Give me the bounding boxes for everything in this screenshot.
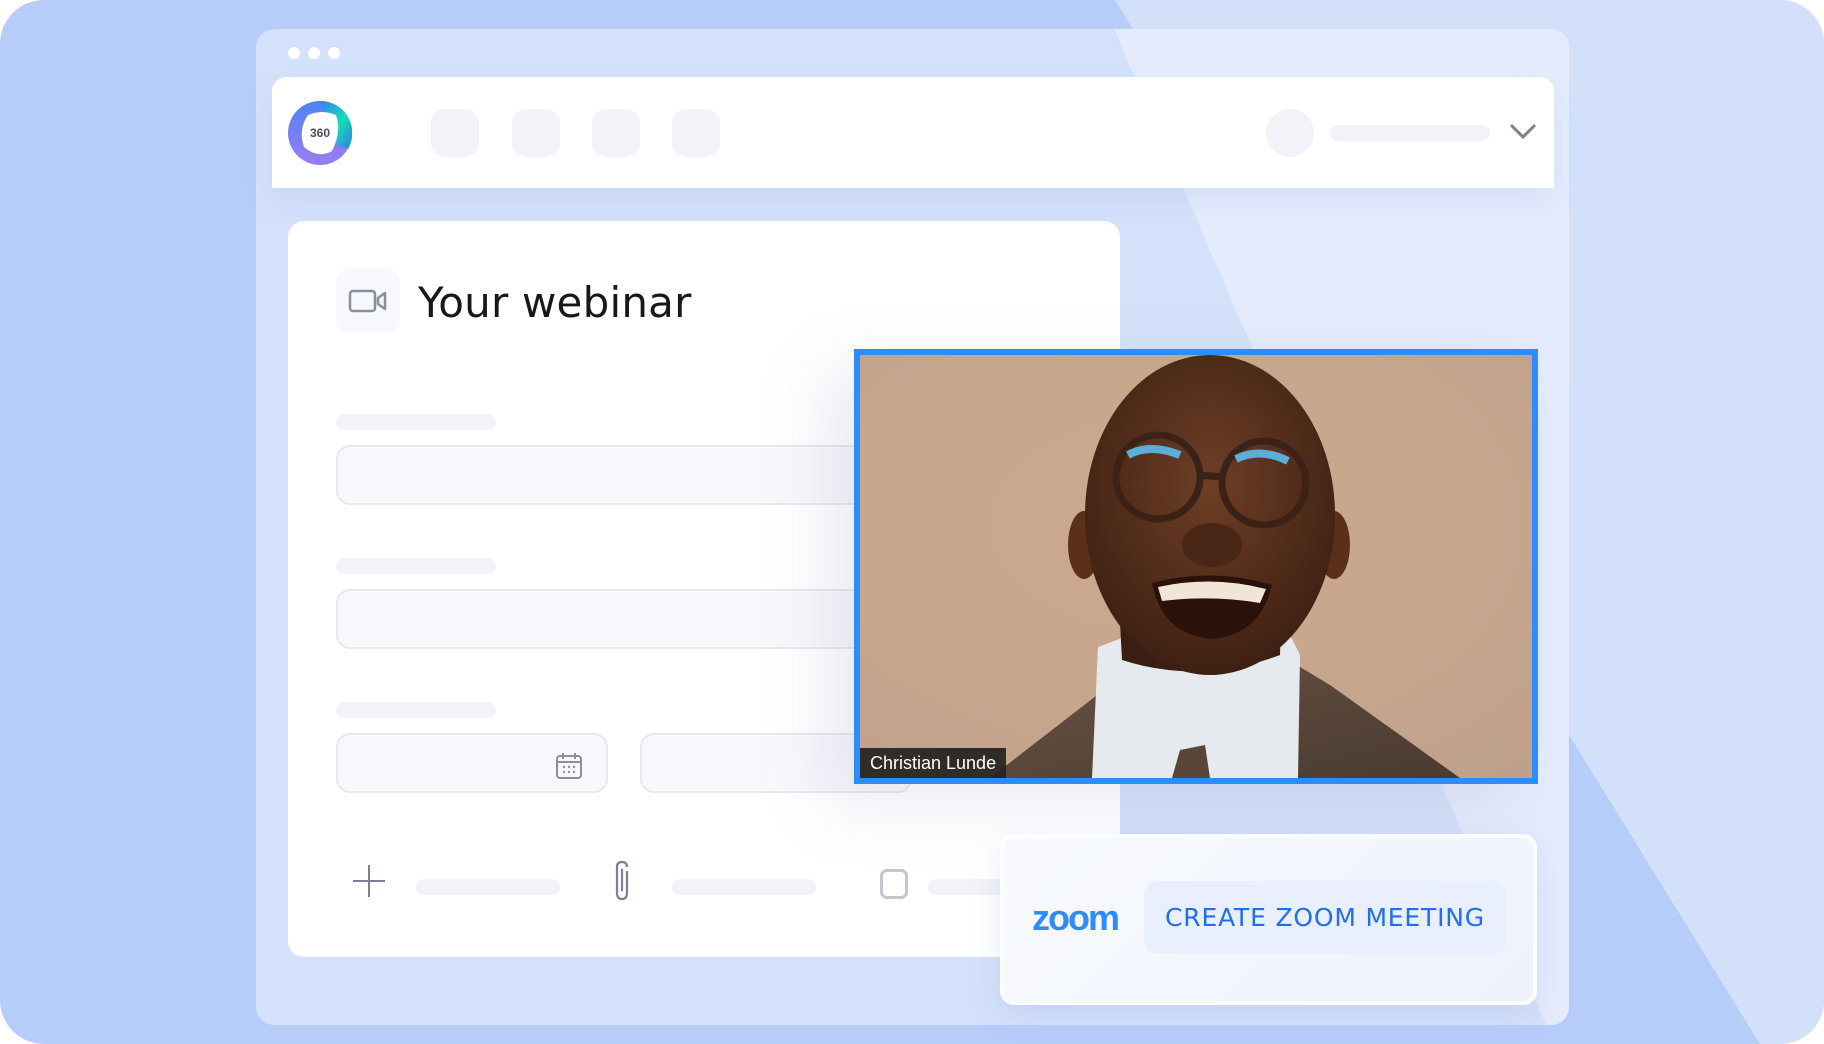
nav-item-3[interactable] bbox=[592, 109, 640, 157]
user-name-placeholder[interactable] bbox=[1330, 125, 1490, 141]
calendar-icon[interactable] bbox=[554, 751, 584, 781]
date-input[interactable] bbox=[336, 733, 608, 793]
add-action-label[interactable] bbox=[416, 879, 560, 895]
field-label-placeholder bbox=[336, 414, 496, 430]
nav-item-2[interactable] bbox=[512, 109, 560, 157]
top-nav-bar: 360 bbox=[272, 77, 1554, 188]
window-dot-icon[interactable] bbox=[288, 47, 300, 59]
video-participant-tile[interactable]: Christian Lunde bbox=[854, 349, 1538, 784]
plus-icon[interactable] bbox=[353, 864, 385, 898]
participant-photo bbox=[860, 355, 1532, 778]
text-input-1[interactable] bbox=[336, 445, 896, 505]
nav-item-1[interactable] bbox=[431, 109, 479, 157]
video-camera-icon-box bbox=[336, 269, 400, 333]
window-dot-icon[interactable] bbox=[328, 47, 340, 59]
create-zoom-meeting-button[interactable]: CREATE ZOOM MEETING bbox=[1144, 881, 1506, 954]
checkbox-label[interactable] bbox=[928, 879, 1008, 895]
logo-text: 360 bbox=[309, 126, 331, 140]
checkbox-icon[interactable] bbox=[880, 869, 908, 899]
paperclip-icon[interactable] bbox=[610, 859, 636, 903]
app-logo[interactable]: 360 bbox=[288, 100, 353, 165]
zoom-logo: zoom bbox=[1032, 897, 1120, 938]
user-avatar[interactable] bbox=[1266, 109, 1314, 157]
field-label-placeholder bbox=[336, 702, 496, 718]
zoom-integration-panel: zoom CREATE ZOOM MEETING bbox=[1000, 834, 1537, 1005]
video-camera-icon bbox=[348, 289, 387, 313]
window-dot-icon[interactable] bbox=[308, 47, 320, 59]
nav-item-4[interactable] bbox=[672, 109, 720, 157]
text-input-2[interactable] bbox=[336, 589, 896, 649]
page-title: Your webinar bbox=[418, 278, 692, 327]
chevron-down-icon[interactable] bbox=[1508, 121, 1538, 141]
attach-action-label[interactable] bbox=[672, 879, 816, 895]
field-label-placeholder bbox=[336, 558, 496, 574]
participant-name-tag: Christian Lunde bbox=[860, 748, 1007, 778]
